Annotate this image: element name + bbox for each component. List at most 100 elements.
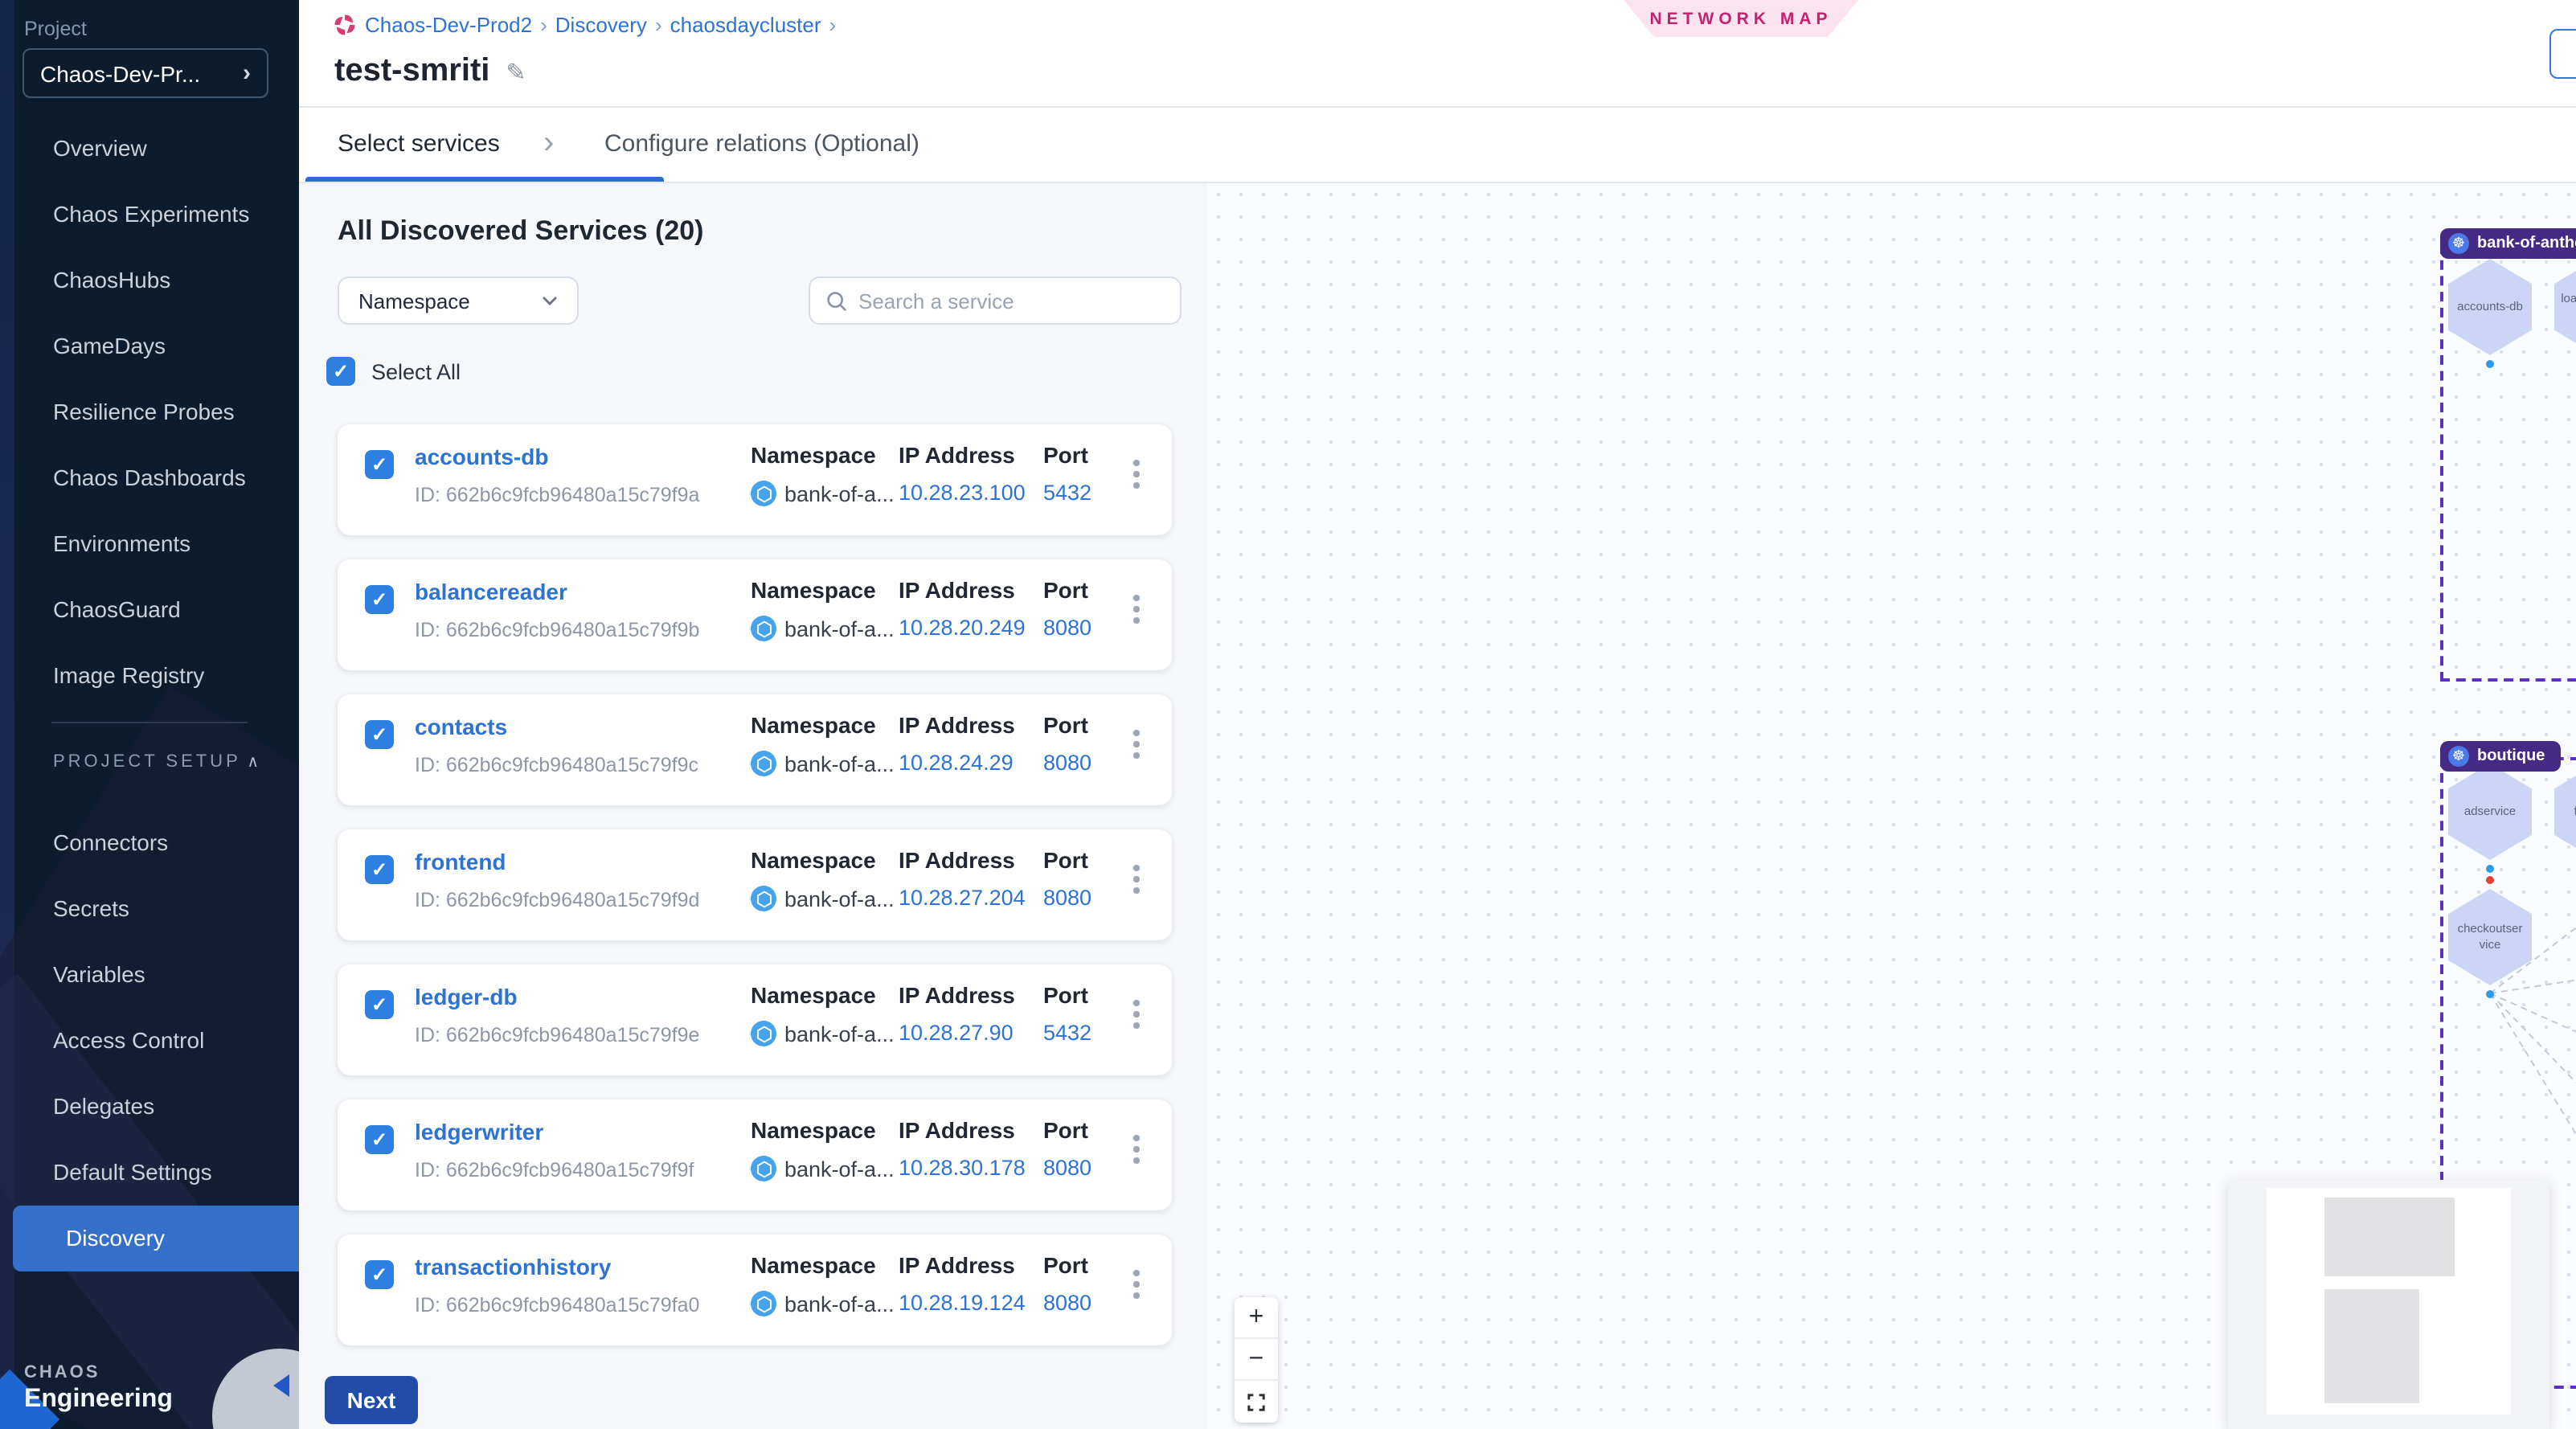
tab-select-services[interactable]: Select services bbox=[338, 130, 500, 158]
discard-button[interactable]: Discard bbox=[2549, 29, 2576, 79]
zoom-in-button[interactable]: + bbox=[1235, 1297, 1278, 1339]
sidebar-item[interactable]: Secrets bbox=[0, 876, 299, 942]
edit-icon[interactable]: ✎ bbox=[506, 57, 526, 86]
service-checkbox[interactable] bbox=[365, 1260, 394, 1289]
service-card: transactionhistory ID: 662b6c9fcb96480a1… bbox=[338, 1235, 1172, 1345]
column-header-namespace: Namespace bbox=[751, 712, 895, 738]
service-port[interactable]: 5432 bbox=[1043, 1021, 1091, 1045]
service-id: ID: 662b6c9fcb96480a15c79fa0 bbox=[415, 1294, 699, 1316]
service-node-adservice[interactable]: adservice bbox=[2448, 764, 2532, 860]
sidebar-item[interactable]: ChaosGuard bbox=[0, 577, 299, 643]
sidebar-setup-nav: ConnectorsSecretsVariablesAccess Control… bbox=[0, 810, 299, 1271]
kebab-menu-icon[interactable] bbox=[1128, 995, 1144, 1033]
service-name-link[interactable]: accounts-db bbox=[415, 444, 548, 469]
project-setup-header[interactable]: PROJECT SETUP ∧ bbox=[53, 752, 262, 772]
namespace-filter-dropdown[interactable]: Namespace bbox=[338, 276, 579, 325]
sidebar-item[interactable]: Resilience Probes bbox=[0, 379, 299, 445]
minimap[interactable] bbox=[2228, 1180, 2549, 1429]
namespace-pill[interactable]: ☸ bank-of-anthos bbox=[2440, 228, 2576, 259]
sidebar-item[interactable]: Chaos Experiments bbox=[0, 182, 299, 248]
service-port[interactable]: 8080 bbox=[1043, 616, 1091, 640]
service-ip[interactable]: 10.28.27.204 bbox=[899, 886, 1026, 910]
service-name-link[interactable]: balancereader bbox=[415, 579, 567, 604]
service-port[interactable]: 8080 bbox=[1043, 886, 1091, 910]
sidebar: Project Chaos-Dev-Pr... › OverviewChaos … bbox=[0, 0, 299, 1429]
wizard-tabbar: Select services › Configure relations (O… bbox=[299, 108, 2576, 183]
service-id: ID: 662b6c9fcb96480a15c79f9b bbox=[415, 619, 699, 641]
sidebar-item[interactable]: GameDays bbox=[0, 313, 299, 379]
breadcrumb-link[interactable]: Chaos-Dev-Prod2 bbox=[365, 13, 532, 37]
service-checkbox[interactable] bbox=[365, 450, 394, 479]
sidebar-item[interactable]: Access Control bbox=[0, 1008, 299, 1074]
breadcrumb-link[interactable]: chaosdaycluster bbox=[670, 13, 821, 37]
column-header-port: Port bbox=[1043, 847, 1091, 873]
namespace-pill[interactable]: ☸ boutique bbox=[2440, 741, 2561, 772]
kebab-menu-icon[interactable] bbox=[1128, 455, 1144, 493]
service-node-frontend[interactable]: frontend bbox=[2554, 764, 2576, 860]
service-port[interactable]: 8080 bbox=[1043, 1291, 1091, 1315]
service-port[interactable]: 8080 bbox=[1043, 751, 1091, 775]
column-header-namespace: Namespace bbox=[751, 577, 895, 603]
project-name: Chaos-Dev-Pr... bbox=[40, 60, 200, 86]
sidebar-item[interactable]: Default Settings bbox=[0, 1140, 299, 1206]
kebab-menu-icon[interactable] bbox=[1128, 590, 1144, 628]
service-namespace: bank-of-a... bbox=[784, 1022, 895, 1046]
select-all-checkbox[interactable] bbox=[326, 357, 355, 386]
service-name-link[interactable]: contacts bbox=[415, 714, 507, 739]
service-node-accounts-db[interactable]: accounts-db bbox=[2448, 259, 2532, 355]
sidebar-item[interactable]: Delegates bbox=[0, 1074, 299, 1140]
service-ip[interactable]: 10.28.23.100 bbox=[899, 481, 1026, 505]
minimap-group-boutique bbox=[2324, 1289, 2419, 1403]
sidebar-item[interactable]: Variables bbox=[0, 942, 299, 1008]
search-input[interactable] bbox=[858, 289, 1164, 313]
service-ip[interactable]: 10.28.27.90 bbox=[899, 1021, 1015, 1045]
service-ip[interactable]: 10.28.20.249 bbox=[899, 616, 1026, 640]
kebab-menu-icon[interactable] bbox=[1128, 725, 1144, 763]
sidebar-item[interactable]: Connectors bbox=[0, 810, 299, 876]
service-card: frontend ID: 662b6c9fcb96480a15c79f9d Na… bbox=[338, 829, 1172, 940]
sidebar-item[interactable]: Chaos Dashboards bbox=[0, 445, 299, 511]
service-ip[interactable]: 10.28.24.29 bbox=[899, 751, 1015, 775]
page-title: test-smriti bbox=[334, 53, 489, 90]
service-port[interactable]: 5432 bbox=[1043, 481, 1091, 505]
column-header-port: Port bbox=[1043, 982, 1091, 1008]
zoom-out-button[interactable]: − bbox=[1235, 1339, 1278, 1381]
service-checkbox[interactable] bbox=[365, 720, 394, 749]
service-card: ledger-db ID: 662b6c9fcb96480a15c79f9e N… bbox=[338, 964, 1172, 1075]
service-checkbox[interactable] bbox=[365, 855, 394, 884]
service-node-loadgenerator[interactable]: loadgenerator bbox=[2554, 259, 2576, 355]
sidebar-item[interactable]: ChaosHubs bbox=[0, 248, 299, 313]
namespace-badge-icon bbox=[751, 481, 776, 506]
service-name-link[interactable]: ledger-db bbox=[415, 984, 518, 1009]
fullscreen-button[interactable] bbox=[1235, 1381, 1278, 1423]
service-port[interactable]: 8080 bbox=[1043, 1156, 1091, 1180]
kebab-menu-icon[interactable] bbox=[1128, 860, 1144, 898]
next-button[interactable]: Next bbox=[325, 1376, 418, 1424]
project-selector[interactable]: Chaos-Dev-Pr... › bbox=[23, 48, 268, 98]
service-name-link[interactable]: ledgerwriter bbox=[415, 1119, 543, 1144]
namespace-group-bank-of-anthos: ☸ bank-of-anthos accounts-dbloadgenerato… bbox=[2440, 244, 2576, 682]
service-ip[interactable]: 10.28.30.178 bbox=[899, 1156, 1026, 1180]
service-node-checkoutservice[interactable]: checkoutservice bbox=[2448, 889, 2532, 985]
breadcrumb-link[interactable]: Discovery bbox=[555, 13, 647, 37]
service-checkbox[interactable] bbox=[365, 1125, 394, 1154]
service-card: ledgerwriter ID: 662b6c9fcb96480a15c79f9… bbox=[338, 1099, 1172, 1210]
kebab-menu-icon[interactable] bbox=[1128, 1130, 1144, 1168]
service-name-link[interactable]: transactionhistory bbox=[415, 1254, 611, 1280]
service-name-link[interactable]: frontend bbox=[415, 849, 506, 874]
service-checkbox[interactable] bbox=[365, 990, 394, 1019]
sidebar-item[interactable]: Image Registry bbox=[0, 643, 299, 709]
sidebar-item[interactable]: Overview bbox=[0, 116, 299, 182]
sidebar-item[interactable]: Discovery bbox=[13, 1206, 299, 1271]
breadcrumb-separator: › bbox=[655, 13, 662, 37]
kebab-menu-icon[interactable] bbox=[1128, 1265, 1144, 1303]
tab-configure-relations[interactable]: Configure relations (Optional) bbox=[604, 130, 919, 158]
service-ip[interactable]: 10.28.19.124 bbox=[899, 1291, 1026, 1315]
service-checkbox[interactable] bbox=[365, 585, 394, 614]
service-id: ID: 662b6c9fcb96480a15c79f9e bbox=[415, 1024, 699, 1046]
column-header-ip: IP Address bbox=[899, 847, 1026, 873]
sidebar-collapse-icon[interactable] bbox=[273, 1374, 289, 1397]
chevron-down-icon bbox=[542, 296, 558, 305]
sidebar-item[interactable]: Environments bbox=[0, 511, 299, 577]
namespace-name: bank-of-anthos bbox=[2477, 235, 2576, 252]
